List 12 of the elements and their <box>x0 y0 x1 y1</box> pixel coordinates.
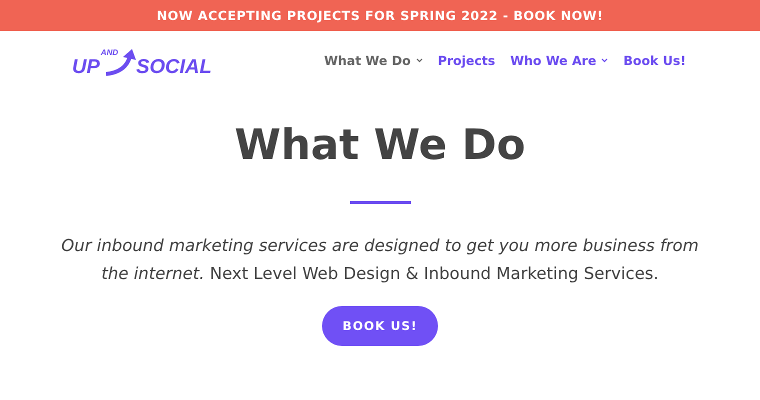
nav-link[interactable]: What We Do <box>324 52 423 68</box>
logo-text[interactable]: UP <box>72 56 100 78</box>
nav-link[interactable]: Who We Are <box>510 52 608 68</box>
nav-link[interactable]: Book Us! <box>623 52 686 68</box>
logo-text[interactable]: SOCIAL <box>136 56 212 78</box>
nav-link[interactable]: Projects <box>438 52 496 68</box>
intro-text: Our inbound marketing services are designed to get you more business from the internet. Next Level Web Design & Inbound Marketing Services. <box>60 235 700 285</box>
page-title: What We Do <box>234 119 526 171</box>
book-button[interactable]: BOOK US! <box>322 306 438 346</box>
divider-line <box>350 201 410 204</box>
logo-text[interactable]: AND <box>100 48 118 58</box>
announcement-banner[interactable]: NOW ACCEPTING PROJECTS FOR SPRING 2022 - BOOK NOW! <box>0 0 760 31</box>
